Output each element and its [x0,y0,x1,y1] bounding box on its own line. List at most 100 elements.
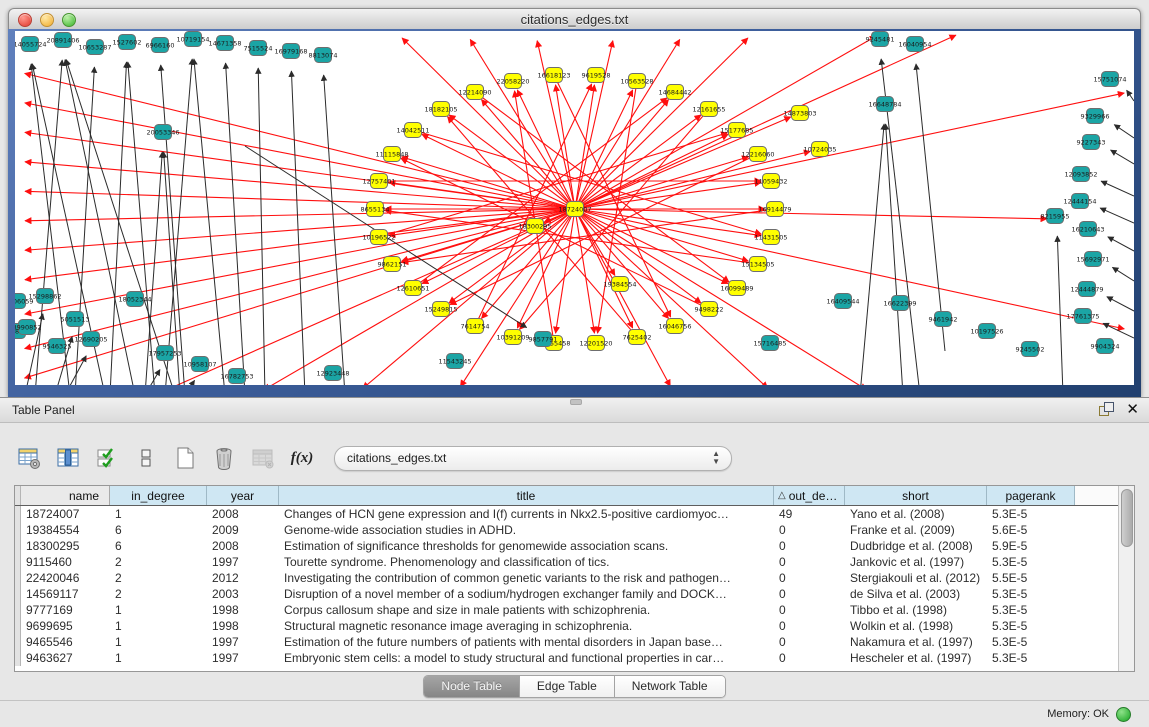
table-selector-dropdown[interactable]: citations_edges.txt ▲▼ [334,446,732,471]
graph-node[interactable]: 16648784 [868,97,901,112]
table-row[interactable]: 1938455462009Genome-wide association stu… [15,522,1134,538]
graph-node[interactable]: 15134505 [741,257,774,272]
graph-node[interactable]: 7515524 [244,41,273,56]
table-cell[interactable]: 1 [110,602,207,618]
graph-node[interactable]: 14684442 [658,85,691,100]
table-cell[interactable]: 0 [774,554,845,570]
table-cell[interactable]: 5.3E-5 [987,634,1075,650]
table-cell[interactable]: 1997 [207,554,279,570]
table-cell[interactable]: 18724007 [21,506,110,522]
table-cell[interactable]: Nakamura et al. (1997) [845,634,987,650]
table-cell[interactable]: 1997 [207,634,279,650]
graph-node[interactable]: 16618123 [537,68,570,83]
table-cell[interactable]: Structural magnetic resonance image aver… [279,618,774,634]
table-cell[interactable]: Jankovic et al. (1997) [845,554,987,570]
row-detail-button[interactable] [133,445,159,471]
graph-node[interactable]: 16622399 [883,296,916,311]
tab-network-table[interactable]: Network Table [615,676,725,697]
table-cell[interactable]: 6 [110,522,207,538]
table-cell[interactable]: 5.3E-5 [987,618,1075,634]
table-cell[interactable]: 0 [774,634,845,650]
graph-node[interactable]: 11059432 [754,174,787,189]
graph-node[interactable]: 8655134 [361,202,390,217]
graph-node[interactable]: 5051513 [61,312,90,327]
graph-node[interactable]: 10724035 [803,142,836,157]
table-cell[interactable]: 22420046 [21,570,110,586]
graph-node[interactable]: 1527602 [113,35,142,50]
table-cell[interactable]: 0 [774,538,845,554]
table-row[interactable]: 1456911722003Disruption of a novel membe… [15,586,1134,602]
table-row[interactable]: 911546021997Tourette syndrome. Phenomeno… [15,554,1134,570]
table-cell[interactable]: 9699695 [21,618,110,634]
graph-node[interactable]: 16040954 [898,37,931,52]
graph-node[interactable]: 10958107 [183,357,216,372]
table-row[interactable]: 946362711997Embryonic stem cells: a mode… [15,650,1134,666]
function-builder-button[interactable]: f(x) [289,445,315,471]
column-header-name[interactable]: name [21,486,110,505]
table-cell[interactable]: 0 [774,570,845,586]
graph-node[interactable]: 12757401 [362,174,395,189]
table-cell[interactable]: 5.3E-5 [987,586,1075,602]
graph-node[interactable]: 9862151 [378,257,407,272]
table-cell[interactable]: 1 [110,634,207,650]
graph-node[interactable]: 16914479 [758,202,791,217]
table-cell[interactable]: 0 [774,602,845,618]
table-cell[interactable]: 2003 [207,586,279,602]
minimize-window-button[interactable] [40,13,54,27]
table-cell[interactable]: 6 [110,538,207,554]
table-vertical-scrollbar[interactable] [1118,486,1134,671]
table-cell[interactable]: Wolkin et al. (1998) [845,618,987,634]
table-cell[interactable]: 18300295 [21,538,110,554]
graph-node[interactable]: 9245481 [866,32,895,47]
graph-node[interactable]: 10563528 [620,74,653,89]
graph-node[interactable]: 9904324 [1091,339,1120,354]
graph-node[interactable]: 9329966 [1081,109,1110,124]
table-cell[interactable]: 0 [774,618,845,634]
graph-node[interactable]: 12444154 [1063,194,1096,209]
table-cell[interactable]: 2 [110,586,207,602]
column-header-year[interactable]: year [207,486,279,505]
table-cell[interactable]: Embryonic stem cells: a model to study s… [279,650,774,666]
table-cell[interactable]: 9777169 [21,602,110,618]
tab-node-table[interactable]: Node Table [424,676,520,697]
column-header-title[interactable]: title [279,486,774,505]
table-cell[interactable]: Corpus callosum shape and size in male p… [279,602,774,618]
graph-node[interactable]: 9227343 [1077,135,1106,150]
graph-node[interactable]: 15751074 [1093,72,1126,87]
table-cell[interactable]: 5.3E-5 [987,650,1075,666]
zoom-window-button[interactable] [62,13,76,27]
table-cell[interactable]: 1 [110,618,207,634]
graph-node[interactable]: 6966160 [146,38,175,53]
table-cell[interactable]: 9115460 [21,554,110,570]
table-settings-button[interactable] [16,445,42,471]
table-cell[interactable]: de Silva et al. (2003) [845,586,987,602]
graph-node[interactable]: 15716485 [753,336,786,351]
graph-node[interactable]: 10196522 [362,230,395,245]
graph-node[interactable]: 22058220 [496,74,529,89]
table-cell[interactable]: 5.6E-5 [987,522,1075,538]
graph-node[interactable]: 17761375 [1066,309,1099,324]
table-cell[interactable]: 2 [110,554,207,570]
close-panel-button[interactable]: ✕ [1126,402,1139,417]
column-header-short[interactable]: short [845,486,987,505]
table-cell[interactable]: Genome-wide association studies in ADHD. [279,522,774,538]
table-cell[interactable]: 2009 [207,522,279,538]
graph-node[interactable]: 12444879 [1070,282,1103,297]
table-cell[interactable]: 2008 [207,538,279,554]
table-cell[interactable]: Franke et al. (2009) [845,522,987,538]
table-cell[interactable]: 9465546 [21,634,110,650]
table-cell[interactable]: 2012 [207,570,279,586]
table-cell[interactable]: Tibbo et al. (1998) [845,602,987,618]
network-canvas[interactable]: 1872400716914479114315051513450516099489… [15,31,1134,385]
splitter-handle[interactable] [570,399,582,405]
table-cell[interactable]: 1998 [207,618,279,634]
table-cell[interactable]: 19384554 [21,522,110,538]
graph-node[interactable]: 12690205 [74,332,107,347]
table-row[interactable]: 977716911998Corpus callosum shape and si… [15,602,1134,618]
column-header-in_degree[interactable]: in_degree [110,486,207,505]
graph-node[interactable]: 12201520 [579,336,612,351]
delete-table-button[interactable] [250,445,276,471]
graph-node[interactable]: 14055724 [15,37,47,52]
table-cell[interactable]: 9463627 [21,650,110,666]
graph-node[interactable]: 7614754 [461,319,490,334]
